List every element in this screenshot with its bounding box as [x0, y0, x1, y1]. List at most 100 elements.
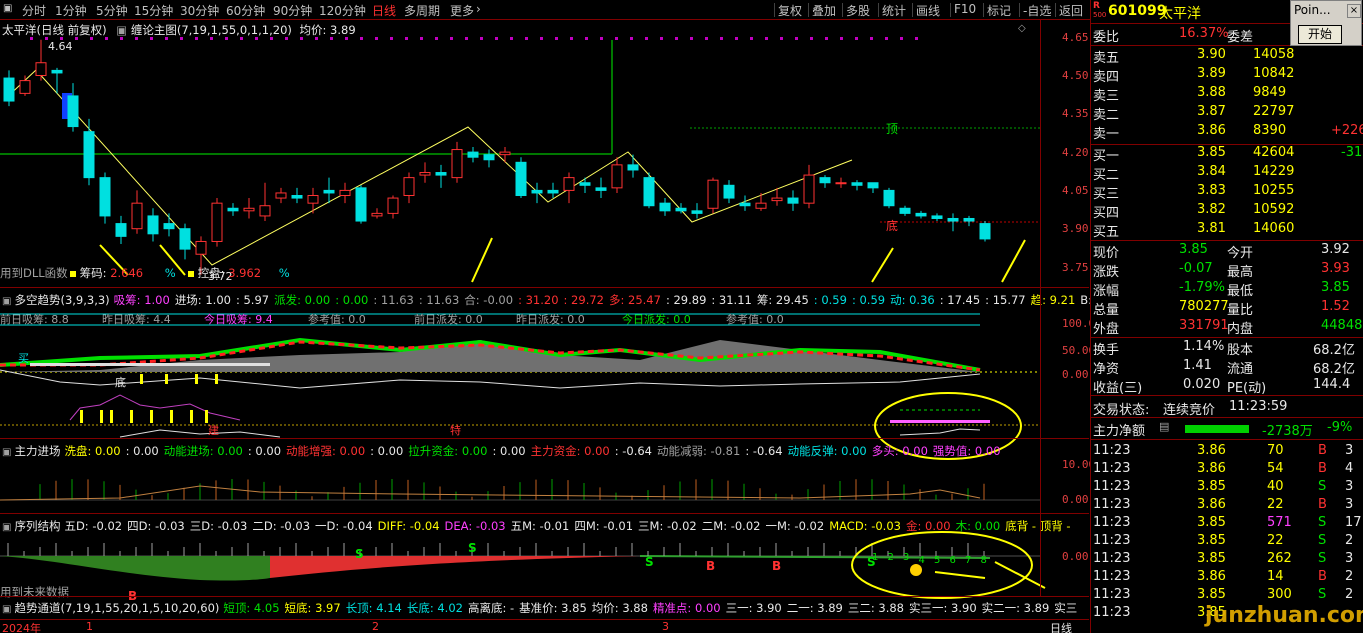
chip-swatch: [70, 271, 76, 277]
pane3-header-settings-icon[interactable]: ▣: [2, 447, 11, 458]
main-indicator-name[interactable]: 缠论主图(7,19,1,55,0,1,1,20): [131, 23, 292, 37]
quote-row-2: 净资 1.41 流通 68.2亿: [1093, 358, 1355, 377]
toolbar-button-2[interactable]: 多股: [846, 2, 870, 19]
sequence-number: 3: [903, 552, 909, 563]
toolbar-button-1[interactable]: 叠加: [812, 2, 836, 19]
popup-title: Poin...: [1294, 3, 1331, 17]
control-swatch: [188, 271, 194, 277]
period-tab-0[interactable]: 分时: [22, 2, 46, 19]
pane4-red-area: [270, 556, 640, 578]
stock-name: 太平洋: [1159, 6, 1201, 22]
signal-dot: [405, 37, 408, 40]
signal-dot: [840, 37, 843, 40]
period-tab-1[interactable]: 1分钟: [55, 2, 87, 19]
candle: [723, 184, 735, 199]
toolbar-separator: [774, 3, 775, 17]
pane3-header-value: : 0.00: [492, 444, 526, 458]
diamond-icon[interactable]: ◇: [1018, 23, 1026, 34]
point-popup: Poin... × 开始: [1290, 0, 1362, 46]
pane2-lower-line: [899, 428, 981, 436]
ask-row: 卖一 3.86 8390 +226: [1093, 123, 1363, 142]
pane2-signal-bar: [195, 374, 198, 384]
close-icon[interactable]: ×: [1347, 4, 1361, 18]
pane2-magenta-band: [890, 420, 990, 423]
period-tab-4[interactable]: 30分钟: [180, 2, 219, 19]
price-axis-label: 4.05: [1062, 184, 1089, 197]
signal-dot: [510, 37, 513, 40]
signal-dot: [630, 37, 633, 40]
indicator-settings-icon[interactable]: ▣: [116, 23, 127, 37]
signal-dot: [780, 37, 783, 40]
yellow-arrow: [994, 561, 1046, 589]
toolbar-button-5[interactable]: F10: [954, 2, 976, 16]
toolbar-button-0[interactable]: 复权: [778, 2, 802, 19]
pane5-header-value: 长顶: 4.14: [345, 601, 402, 615]
special-signal-label: 特: [450, 424, 461, 437]
candle: [835, 182, 847, 185]
period-tab-5[interactable]: 60分钟: [226, 2, 265, 19]
pane3-axis-label: 0.00: [1062, 493, 1089, 506]
top-label: 顶: [886, 122, 899, 136]
period-tab-8[interactable]: 日线: [372, 2, 396, 19]
chip-label: 筹码:: [79, 266, 107, 280]
pane4-header-settings-icon[interactable]: ▣: [2, 522, 11, 533]
more-chevron-icon[interactable]: ›: [476, 2, 481, 16]
toolbar-button-4[interactable]: 画线: [916, 2, 940, 19]
period-label[interactable]: 日线: [1050, 620, 1072, 633]
bid-row: 买四 3.82 10592: [1093, 202, 1295, 221]
pane2-signal-bar: [80, 410, 83, 423]
pane5-header-settings-icon[interactable]: ▣: [2, 604, 11, 615]
toolbar-button-3[interactable]: 统计: [882, 2, 906, 19]
candle: [931, 215, 943, 219]
expand-icon[interactable]: ▣: [3, 3, 12, 14]
quote-row-2: 换手 1.14% 股本 68.2亿: [1093, 339, 1355, 358]
pane-divider: [0, 287, 1089, 288]
signal-dot: [870, 37, 873, 40]
pane2-header-value: 进场: 1.00: [174, 293, 231, 307]
pane2-signal-bar: [130, 410, 133, 423]
period-tab-3[interactable]: 15分钟: [134, 2, 173, 19]
toolbar-button-7[interactable]: -自选: [1023, 2, 1051, 19]
candle: [355, 187, 367, 222]
sell-signal-label: S: [468, 541, 477, 555]
chart-area[interactable]: SSSSBBB12345678 太平洋(日线 前复权) ▣ 缠论主图(7,19,…: [0, 20, 1103, 620]
period-tab-7[interactable]: 120分钟: [319, 2, 366, 19]
pane2-header-value: : 31.11: [711, 293, 752, 307]
pane3-header-value: : 0.00: [247, 444, 282, 458]
candle: [275, 192, 287, 199]
toolbar-button-8[interactable]: 返回: [1059, 2, 1083, 19]
pane3-header-value: : 0.00: [370, 444, 404, 458]
signal-dot: [435, 37, 438, 40]
toolbar-button-6[interactable]: 标记: [987, 2, 1011, 19]
period-tab-2[interactable]: 5分钟: [96, 2, 128, 19]
period-tab-10[interactable]: 更多: [450, 2, 474, 19]
pane2-header-value: : 5.97: [235, 293, 270, 307]
pane3-header-title[interactable]: 主力进场: [14, 444, 60, 458]
candle: [659, 202, 671, 212]
candle: [339, 189, 351, 197]
candle: [755, 202, 767, 209]
pane5-header-value: 短顶: 4.05: [223, 601, 280, 615]
toolbar-separator: [983, 3, 984, 17]
period-tab-6[interactable]: 90分钟: [273, 2, 312, 19]
period-tab-9[interactable]: 多周期: [404, 2, 440, 19]
pane2-signal-bar: [140, 374, 143, 384]
quote-row: 外盘331791内盘448486: [1093, 318, 1363, 337]
candle: [371, 212, 383, 217]
pane5-header-title[interactable]: 趋势通道(7,19,1,55,20,1,5,10,20,60): [14, 601, 219, 615]
pane2-header-title[interactable]: 多空趋势(3,9,3,3): [14, 293, 109, 307]
yellow-arrow: [934, 571, 986, 579]
pane3-header-value: 多头: 0.00: [871, 444, 928, 458]
pane3-header-value: : -0.64: [614, 444, 653, 458]
tick-row: 11:23 3.85 40 S 3: [1093, 479, 1354, 494]
pane4-header-title[interactable]: 序列结构: [14, 519, 60, 533]
ask-row: 卖二 3.87 22797: [1093, 104, 1295, 123]
candle: [675, 207, 687, 212]
start-button[interactable]: 开始: [1298, 25, 1342, 44]
candle: [131, 202, 143, 230]
pane2-header-settings-icon[interactable]: ▣: [2, 296, 11, 307]
candle: [979, 223, 991, 240]
candle: [99, 177, 111, 217]
signal-dot: [465, 37, 468, 40]
toolbar-separator: [912, 3, 913, 17]
